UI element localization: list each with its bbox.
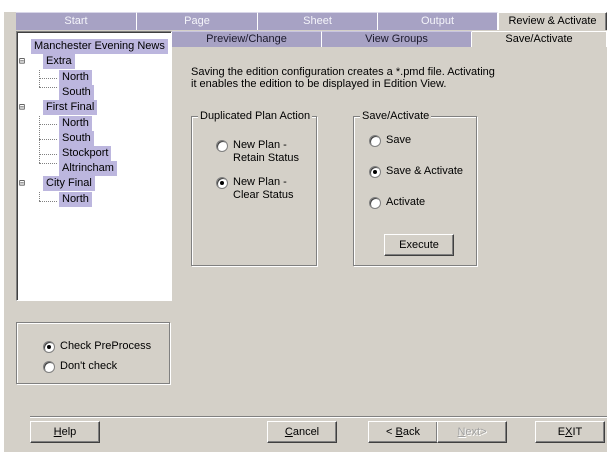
next-button[interactable]: Next> <box>437 421 507 443</box>
radio-label: Check PreProcess <box>60 340 152 352</box>
tree-edition-first-final[interactable]: First Final <box>43 100 98 115</box>
check-preprocess-radio[interactable]: Check PreProcess <box>43 340 151 353</box>
tree-zone-north[interactable]: North <box>59 192 92 207</box>
tree-zone-stockport[interactable]: Stockport <box>59 146 112 161</box>
radio-label: Activate <box>386 196 426 208</box>
tab-view-groups[interactable]: View Groups <box>322 31 472 47</box>
tab-preview-change[interactable]: Preview/Change <box>172 31 322 47</box>
exit-button[interactable]: EXIT <box>535 421 605 443</box>
radio-label: Don't check <box>60 360 118 372</box>
tree-edition-extra[interactable]: Extra <box>43 54 75 69</box>
tree-zone-north[interactable]: North <box>59 116 92 131</box>
dont-check-radio[interactable]: Don't check <box>43 360 117 373</box>
retain-status-radio[interactable]: New Plan - Retain Status <box>216 139 299 165</box>
duplicated-plan-action-group: Duplicated Plan Action New Plan - Retain… <box>191 110 317 266</box>
help-button[interactable]: Help <box>30 421 100 443</box>
group-legend: Duplicated Plan Action <box>198 110 313 123</box>
radio-indicator[interactable] <box>43 341 55 353</box>
tree-zone-altrincham[interactable]: Altrincham <box>59 161 117 176</box>
radio-indicator[interactable] <box>43 361 55 373</box>
cancel-button[interactable]: Cancel <box>267 421 337 443</box>
radio-label: Clear Status <box>233 189 294 201</box>
preprocess-group: Check PreProcess Don't check <box>16 322 170 384</box>
description-text: Saving the edition configuration creates… <box>191 66 495 90</box>
collapse-icon[interactable]: ⊟ <box>19 57 25 67</box>
tab-output[interactable]: Output <box>378 12 498 30</box>
sub-tab-strip: Preview/Change View Groups Save/Activate <box>172 31 607 47</box>
radio-label: Retain Status <box>233 152 300 164</box>
radio-indicator[interactable] <box>216 140 228 152</box>
save-activate-group: Save/Activate Save Save & Activate Activ… <box>353 110 477 266</box>
tab-review-activate[interactable]: Review & Activate <box>498 12 607 30</box>
tab-sheet[interactable]: Sheet <box>258 12 378 30</box>
radio-indicator[interactable] <box>369 166 381 178</box>
tab-start[interactable]: Start <box>16 12 137 30</box>
activate-radio[interactable]: Activate <box>369 196 425 209</box>
collapse-icon[interactable]: ⊟ <box>19 179 25 189</box>
tree-zone-south[interactable]: South <box>59 131 94 146</box>
radio-indicator[interactable] <box>369 197 381 209</box>
collapse-icon[interactable]: ⊟ <box>19 103 25 113</box>
back-button[interactable]: < Back <box>368 421 438 443</box>
radio-indicator[interactable] <box>369 135 381 147</box>
wizard-window: Start Page Sheet Output Review & Activat… <box>4 12 607 452</box>
tab-save-activate[interactable]: Save/Activate <box>472 31 607 47</box>
tree-root-publication[interactable]: Manchester Evening News <box>31 39 168 54</box>
radio-indicator[interactable] <box>216 177 228 189</box>
group-legend: Save/Activate <box>360 110 432 123</box>
clear-status-radio[interactable]: New Plan - Clear Status <box>216 176 294 202</box>
execute-button[interactable]: Execute <box>384 234 454 256</box>
radio-label: Save & Activate <box>386 165 464 177</box>
save-and-activate-radio[interactable]: Save & Activate <box>369 165 463 178</box>
edition-tree[interactable]: Manchester Evening News ⊟ Extra North So… <box>16 31 172 301</box>
radio-label: New Plan - <box>233 139 287 151</box>
tab-page[interactable]: Page <box>137 12 258 30</box>
radio-label: New Plan - <box>233 176 287 188</box>
radio-label: Save <box>386 134 412 146</box>
tree-edition-city-final[interactable]: City Final <box>43 176 95 191</box>
button-separator <box>30 416 607 418</box>
tree-zone-north[interactable]: North <box>59 70 92 85</box>
tree-zone-south[interactable]: South <box>59 85 94 100</box>
save-radio[interactable]: Save <box>369 134 411 147</box>
top-tab-strip: Start Page Sheet Output Review & Activat… <box>16 12 607 30</box>
